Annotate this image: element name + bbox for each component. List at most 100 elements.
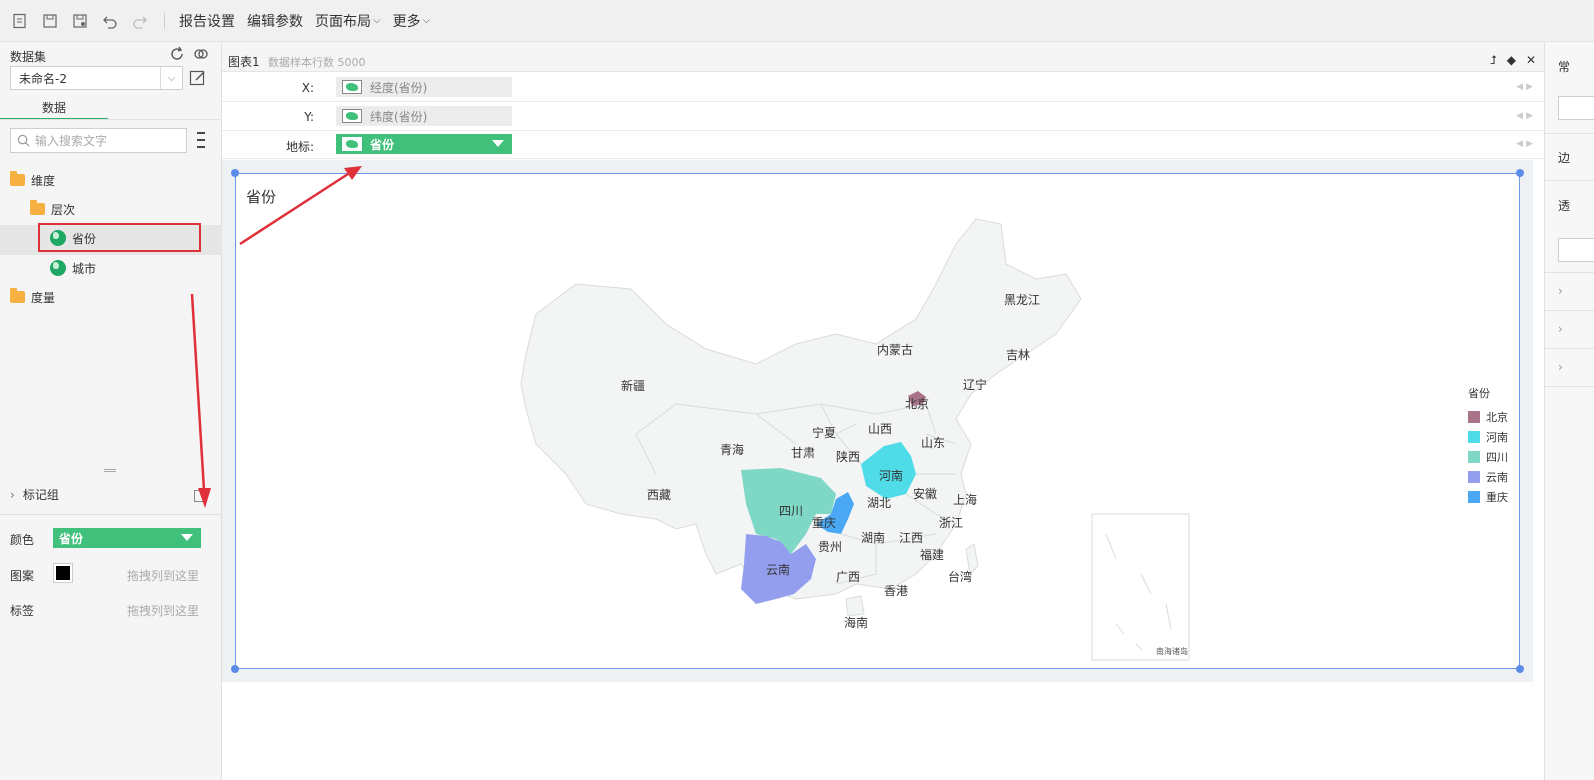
property-input[interactable] bbox=[1558, 96, 1594, 120]
shelf-pill-y[interactable]: 纬度(省份) bbox=[336, 106, 512, 126]
map-label: 广西 bbox=[836, 570, 861, 584]
mark-group-toggle[interactable]: › 标记组 bbox=[10, 486, 59, 503]
shelf-scroll-arrows[interactable]: ◀▶ bbox=[1516, 111, 1536, 121]
tree-label: 维度 bbox=[31, 173, 56, 188]
tree-folder-dimension[interactable]: 维度 bbox=[10, 168, 55, 192]
panel-splitter[interactable] bbox=[0, 468, 222, 472]
menu-label: 编辑参数 bbox=[247, 13, 303, 30]
map-label: 江西 bbox=[899, 531, 924, 545]
search-input[interactable] bbox=[35, 133, 175, 148]
undo-icon[interactable] bbox=[100, 11, 120, 31]
pattern-color-swatch[interactable] bbox=[53, 563, 73, 583]
menu-report-settings[interactable]: 报告设置 bbox=[179, 11, 235, 31]
legend-swatch bbox=[1468, 431, 1480, 443]
dataset-value: 未命名-2 bbox=[19, 71, 67, 86]
legend-swatch bbox=[1468, 491, 1480, 503]
save-icon[interactable] bbox=[40, 11, 60, 31]
map-chart[interactable]: 省份 新疆 西藏 青海 甘肃 宁夏 内蒙古 黑龙江 吉林 辽宁 北京 山西 陕西… bbox=[235, 173, 1520, 669]
chevron-right-icon: › bbox=[10, 487, 15, 502]
property-dropdown[interactable] bbox=[1558, 238, 1594, 262]
shelf-pill-landmark[interactable]: 省份 bbox=[336, 134, 512, 154]
toolbar-separator bbox=[164, 12, 165, 29]
map-label: 台湾 bbox=[948, 570, 973, 584]
shelf-scroll-arrows[interactable]: ◀▶ bbox=[1516, 139, 1536, 149]
data-panel: 数据集 未命名-2 ⌵ 数据 维度 层次 省份 城市 度量 › 标记组 bbox=[0, 42, 222, 780]
eraser-icon[interactable]: ◆ bbox=[1507, 53, 1516, 68]
map-label: 湖北 bbox=[867, 496, 892, 510]
resize-handle[interactable] bbox=[231, 665, 239, 673]
resize-handle[interactable] bbox=[1516, 665, 1524, 673]
legend-item[interactable]: 四川 bbox=[1468, 447, 1508, 467]
legend-item[interactable]: 河南 bbox=[1468, 427, 1508, 447]
tree-folder-hierarchy[interactable]: 层次 bbox=[30, 197, 75, 221]
shelf-x: X: 经度(省份) ◀▶ bbox=[222, 74, 1544, 102]
map-label: 西藏 bbox=[647, 488, 672, 502]
refresh-icon[interactable] bbox=[169, 46, 185, 62]
save-as-icon[interactable] bbox=[70, 11, 90, 31]
map-icon bbox=[342, 109, 362, 123]
tree-item-city[interactable]: 城市 bbox=[50, 256, 96, 280]
toolbar: 报告设置 编辑参数 页面布局 ⌵ 更多 ⌵ bbox=[0, 0, 1594, 42]
map-outline bbox=[520, 218, 1082, 600]
pill-label: 经度(省份) bbox=[370, 80, 428, 95]
color-field-pill[interactable]: 省份 bbox=[53, 528, 201, 548]
dataset-label: 数据集 bbox=[10, 50, 47, 64]
legend-item[interactable]: 云南 bbox=[1468, 467, 1508, 487]
divider bbox=[1545, 133, 1594, 134]
dataset-select[interactable]: 未命名-2 ⌵ bbox=[10, 66, 183, 90]
menu-label: 报告设置 bbox=[179, 13, 235, 30]
redo-icon[interactable] bbox=[130, 11, 150, 31]
legend-item[interactable]: 北京 bbox=[1468, 407, 1508, 427]
shelf-scroll-arrows[interactable]: ◀▶ bbox=[1516, 82, 1536, 92]
legend-swatch bbox=[1468, 451, 1480, 463]
dataset-actions bbox=[169, 46, 209, 62]
legend-label: 河南 bbox=[1486, 431, 1508, 444]
resize-handle[interactable] bbox=[1516, 169, 1524, 177]
legend-label: 四川 bbox=[1486, 451, 1508, 464]
color-label: 颜色 bbox=[10, 533, 35, 547]
shelf-label: X: bbox=[301, 81, 314, 95]
tree-folder-measure[interactable]: 度量 bbox=[10, 285, 55, 309]
menu-edit-params[interactable]: 编辑参数 bbox=[247, 11, 303, 31]
transparency-label: 透 bbox=[1558, 199, 1571, 213]
chart-editor: 图表1 数据样本行数 5000 ⮥ ◆ ✕ X: 经度(省份) ◀▶ Y: 纬度… bbox=[222, 42, 1544, 780]
map-label: 陕西 bbox=[836, 450, 861, 464]
annotation-highlight-box bbox=[38, 223, 201, 252]
legend-item[interactable]: 重庆 bbox=[1468, 487, 1508, 507]
map-label: 吉林 bbox=[1006, 348, 1031, 362]
tag-drop-zone[interactable]: 拖拽列到这里 bbox=[127, 602, 199, 619]
chevron-right-icon[interactable]: › bbox=[1558, 360, 1563, 374]
chart-header-actions: ⮥ ◆ ✕ bbox=[1490, 53, 1536, 68]
shelf-landmark: 地标: 省份 ◀▶ bbox=[222, 131, 1544, 159]
pattern-drop-zone[interactable]: 拖拽列到这里 bbox=[127, 567, 199, 584]
new-report-icon[interactable] bbox=[10, 11, 30, 31]
divider bbox=[1545, 348, 1594, 349]
list-menu-icon[interactable] bbox=[196, 132, 206, 148]
shelf-pill-x[interactable]: 经度(省份) bbox=[336, 77, 512, 97]
legend-label: 北京 bbox=[1486, 411, 1508, 424]
menu-more[interactable]: 更多 ⌵ bbox=[393, 11, 431, 31]
search-box bbox=[10, 128, 187, 153]
divider bbox=[1545, 310, 1594, 311]
chevron-right-icon[interactable]: › bbox=[1558, 322, 1563, 336]
dataset-link-icon[interactable] bbox=[193, 46, 209, 62]
divider bbox=[0, 514, 222, 515]
dropdown-triangle-icon[interactable] bbox=[181, 534, 193, 541]
tab-data[interactable]: 数据 bbox=[0, 98, 108, 120]
menu-page-layout[interactable]: 页面布局 ⌵ bbox=[315, 11, 381, 31]
pattern-label: 图案 bbox=[10, 569, 35, 583]
shelf-y: Y: 纬度(省份) ◀▶ bbox=[222, 103, 1544, 131]
dropdown-triangle-icon[interactable] bbox=[492, 140, 504, 147]
mark-settings-icon[interactable] bbox=[194, 490, 206, 502]
folder-icon bbox=[10, 288, 25, 303]
divider bbox=[1545, 386, 1594, 387]
close-icon[interactable]: ✕ bbox=[1526, 53, 1536, 68]
region-hainan bbox=[845, 595, 865, 617]
resize-handle[interactable] bbox=[231, 169, 239, 177]
chevron-right-icon[interactable]: › bbox=[1558, 284, 1563, 298]
map-label: 湖南 bbox=[861, 531, 886, 545]
map-label: 甘肃 bbox=[791, 446, 816, 460]
edit-icon[interactable] bbox=[189, 69, 207, 87]
swap-axes-icon[interactable]: ⮥ bbox=[1490, 53, 1497, 68]
pill-label: 纬度(省份) bbox=[370, 109, 428, 124]
